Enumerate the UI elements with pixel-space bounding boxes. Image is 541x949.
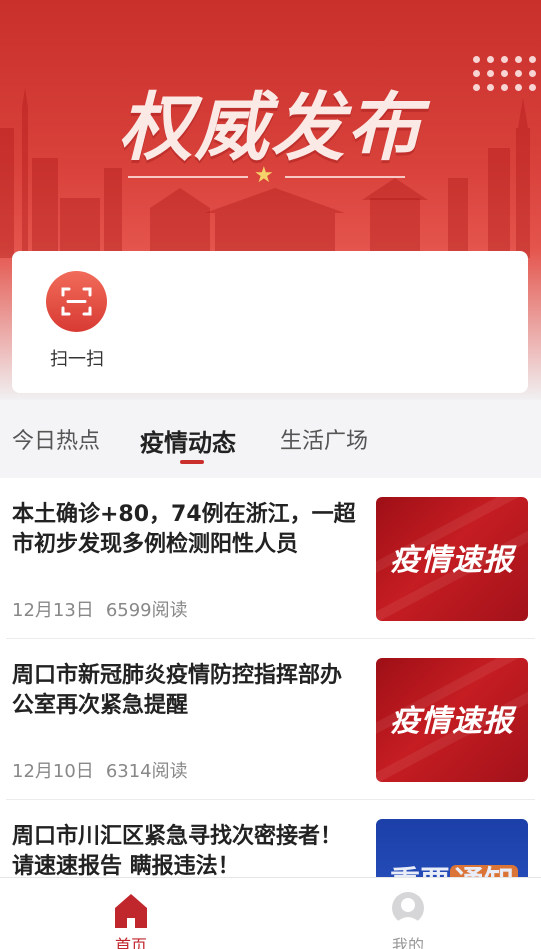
news-date: 12月10日 bbox=[12, 761, 94, 782]
news-title: 周口市川汇区紧急寻找次密接者！请速速报告 瞒报违法！ bbox=[12, 824, 343, 878]
news-reads: 6314阅读 bbox=[105, 761, 188, 782]
hero-title: 权威发布 bbox=[118, 85, 423, 171]
news-item[interactable]: 周口市新冠肺炎疫情防控指挥部办公室再次紧急提醒 12月10日 6314阅读 疫情速… bbox=[0, 639, 541, 800]
tab-epidemic-news[interactable]: 疫情动态 bbox=[140, 423, 236, 458]
news-thumbnail: 疫情速报 bbox=[376, 497, 528, 621]
hero-divider-right bbox=[285, 176, 405, 178]
home-icon bbox=[115, 894, 147, 928]
active-tab-indicator bbox=[180, 460, 204, 464]
news-title: 本土确诊+80，74例在浙江，一超市初步发现多例检测阳性人员 bbox=[12, 502, 356, 557]
bottom-navigation: 首页 我的 bbox=[0, 877, 541, 949]
news-reads: 6599阅读 bbox=[105, 600, 188, 621]
news-item[interactable]: 周口市川汇区紧急寻找次密接者！请速速报告 瞒报违法！ 重要通知 bbox=[0, 800, 541, 878]
news-thumbnail: 重要通知 bbox=[376, 819, 528, 878]
quick-actions-card: 扫一扫 bbox=[12, 251, 528, 393]
thumbnail-text: 疫情速报 bbox=[390, 704, 514, 739]
scan-label: 扫一扫 bbox=[50, 349, 104, 370]
thumbnail-text: 疫情速报 bbox=[390, 543, 514, 578]
nav-home-label: 首页 bbox=[114, 936, 147, 949]
tab-today-hot[interactable]: 今日热点 bbox=[12, 423, 100, 455]
scan-button[interactable]: 扫一扫 bbox=[42, 271, 112, 371]
tab-life-square[interactable]: 生活广场 bbox=[280, 423, 368, 455]
star-icon: ★ bbox=[254, 163, 274, 188]
news-date: 12月13日 bbox=[12, 600, 94, 621]
nav-mine-label: 我的 bbox=[391, 936, 424, 949]
scan-icon bbox=[46, 271, 107, 332]
thumbnail-text: 重要通知 bbox=[390, 857, 518, 878]
nav-mine[interactable]: 我的 bbox=[368, 884, 448, 949]
news-thumbnail: 疫情速报 bbox=[376, 658, 528, 782]
user-icon bbox=[392, 892, 424, 924]
nav-home[interactable]: 首页 bbox=[91, 884, 171, 949]
news-meta: 12月13日 6599阅读 bbox=[12, 596, 200, 622]
hero-divider-left bbox=[128, 176, 248, 178]
news-meta: 12月10日 6314阅读 bbox=[12, 757, 200, 783]
category-tabs: 今日热点 疫情动态 生活广场 bbox=[0, 405, 541, 475]
news-feed: 本土确诊+80，74例在浙江，一超市初步发现多例检测阳性人员 12月13日 659… bbox=[0, 478, 541, 878]
news-item[interactable]: 本土确诊+80，74例在浙江，一超市初步发现多例检测阳性人员 12月13日 659… bbox=[0, 478, 541, 639]
news-title: 周口市新冠肺炎疫情防控指挥部办公室再次紧急提醒 bbox=[12, 663, 343, 718]
